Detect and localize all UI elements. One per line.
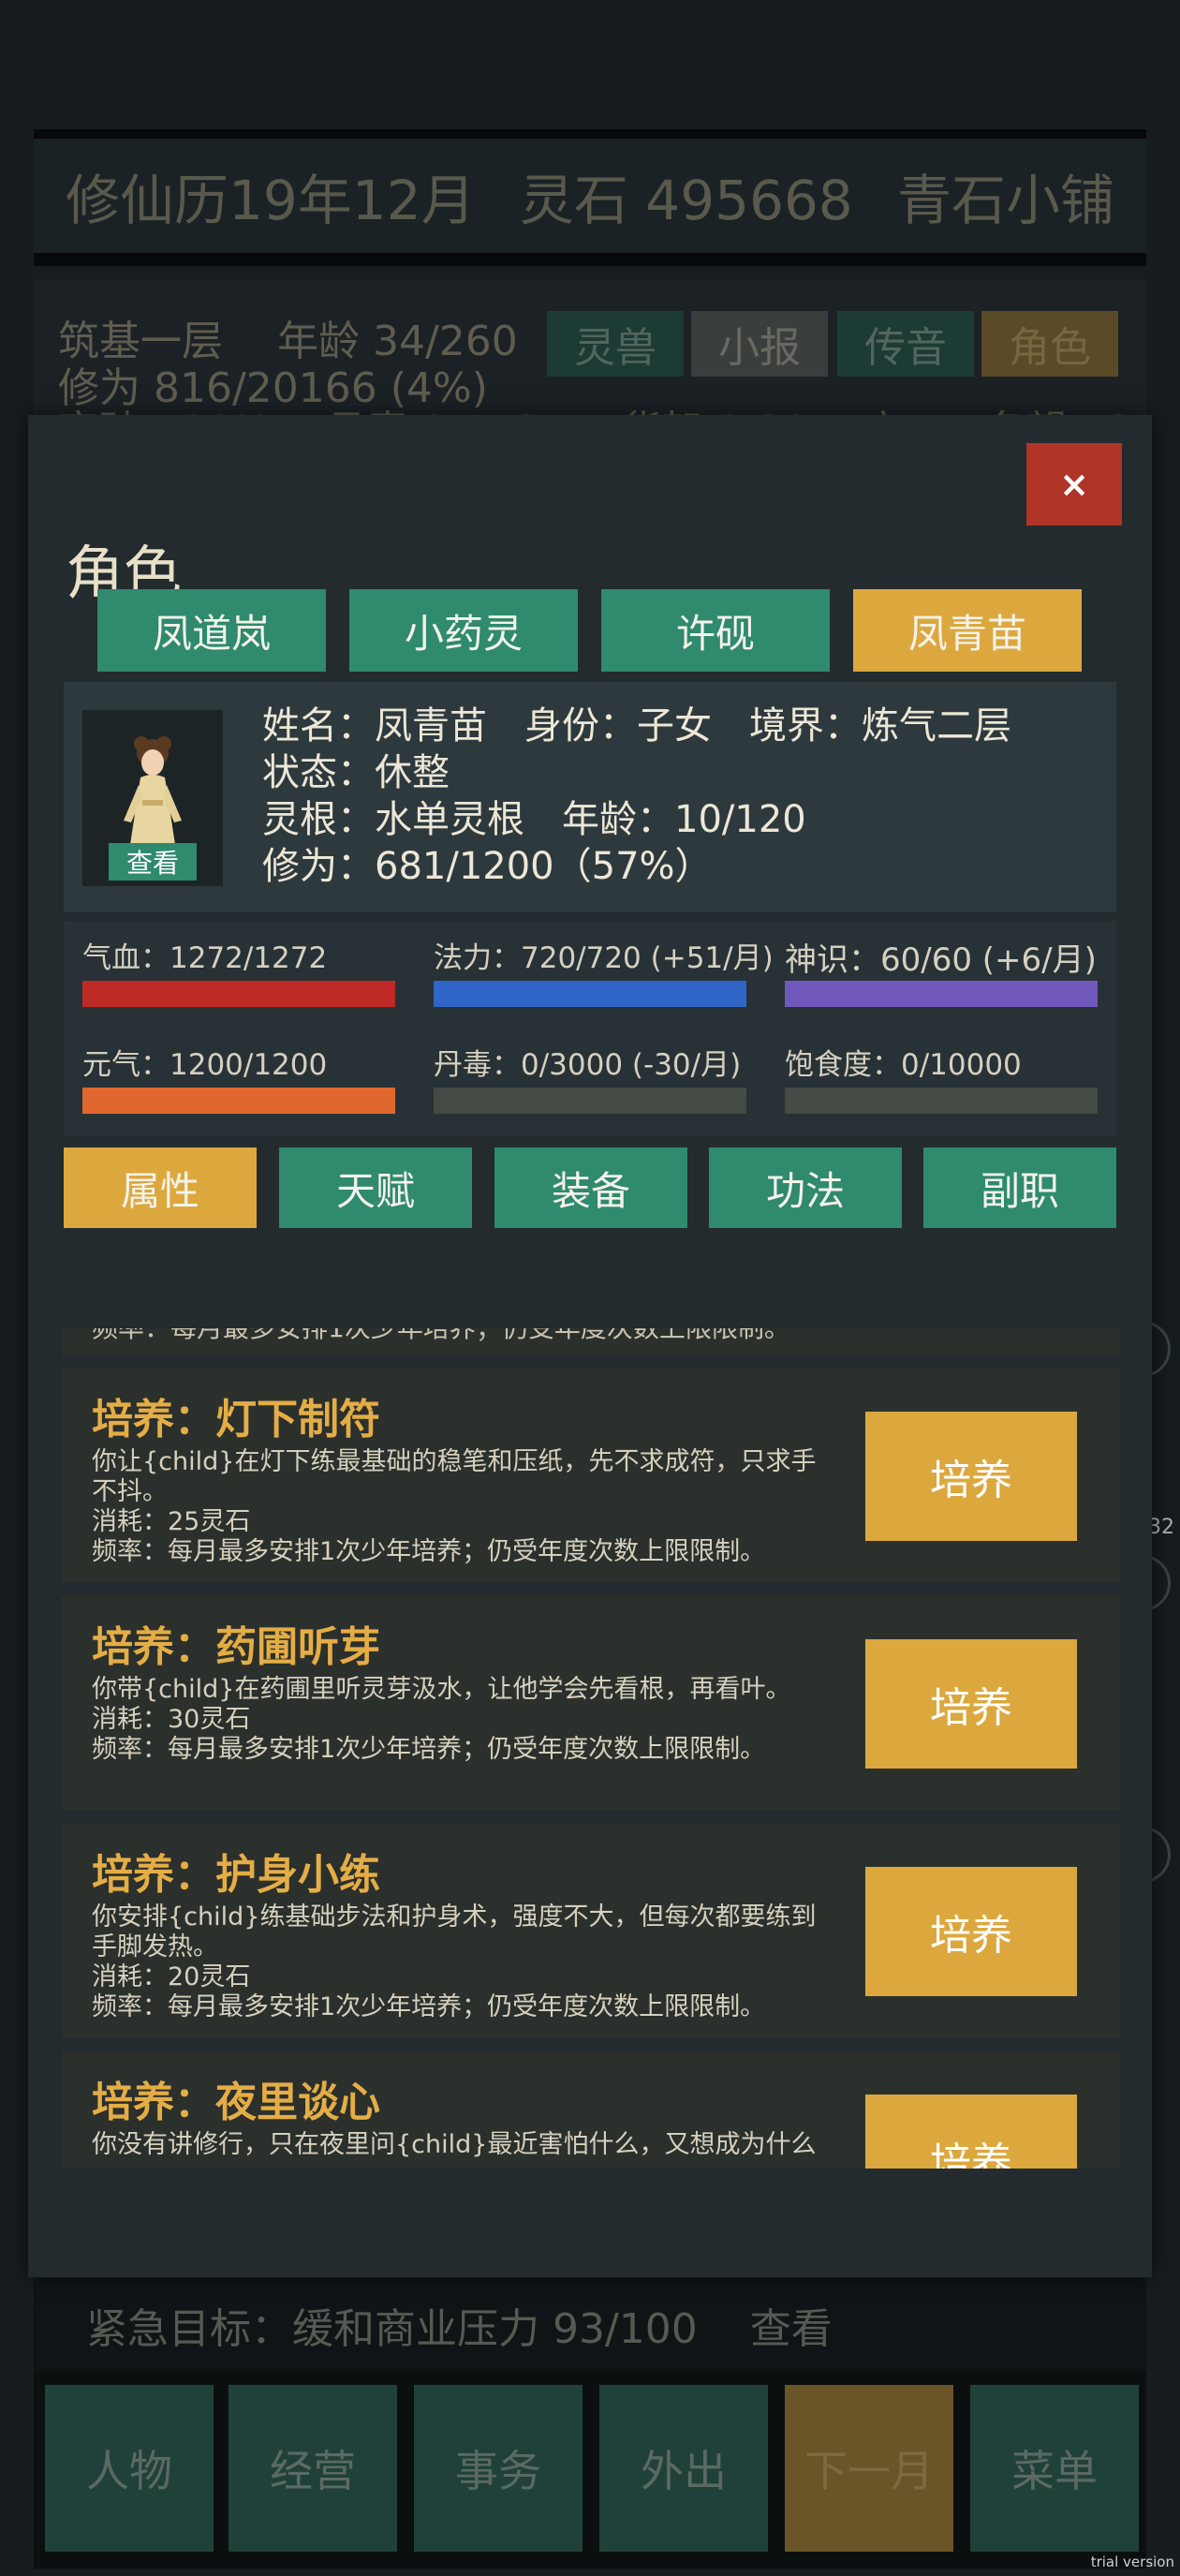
nav-character[interactable]: 人物 <box>45 2385 214 2552</box>
stat-spirit-sense: 神识：60/60 (+6/月) <box>785 934 1098 1007</box>
tab-equipment[interactable]: 装备 <box>494 1147 687 1228</box>
stat-mana-label: 法力：720/720 (+51/月) <box>434 941 774 975</box>
urgent-goal-text: 紧急目标：缓和商业压力 93/100 <box>86 2305 698 2353</box>
stat-vitality-bar <box>82 1088 395 1114</box>
character-info-card: 查看 姓名：凤青苗 身份：子女 境界：炼气二层 状态：休整 灵根：水单灵根 年龄：10… <box>64 682 1116 912</box>
tab-side-job[interactable]: 副职 <box>923 1147 1116 1228</box>
hud-spirit-stones: 灵石 495668 <box>519 169 853 232</box>
tab-attributes[interactable]: 属性 <box>64 1147 257 1228</box>
character-portrait[interactable]: 查看 <box>82 710 223 886</box>
training-item-2: 培养：药圃听芽 你带{child}在药圃里听灵芽汲水，让他学会先看根，再看叶。 … <box>62 1596 1120 1810</box>
training-details: 你带{child}在药圃里听灵芽汲水，让他学会先看根，再看叶。 消耗：30灵石 … <box>92 1675 841 1765</box>
info-realm: 境界：炼气二层 <box>749 704 1011 748</box>
character-modal: × 角色 凤道岚 小药灵 许砚 凤青苗 查看 姓名：凤青苗 身份：子女 境界：炼气二… <box>28 415 1152 2277</box>
tab-message[interactable]: 传音 <box>837 311 974 377</box>
hud-shop-name: 青石小铺 <box>896 169 1114 232</box>
stat-mana-fill <box>434 981 746 1007</box>
stat-mana-bar <box>434 981 746 1007</box>
character-tab-2[interactable]: 小药灵 <box>349 589 578 672</box>
training-details: 你让{child}在灯下练最基础的稳笔和压纸，先不求成符，只求手不抖。 消耗：2… <box>92 1447 841 1567</box>
trial-watermark: trial version <box>1090 2554 1174 2570</box>
stat-vitality-label: 元气：1200/1200 <box>82 1048 328 1082</box>
side-number: 32 <box>1148 1516 1174 1539</box>
character-tab-1[interactable]: 凤道岚 <box>97 589 326 672</box>
training-item-1: 培养：灯下制符 你让{child}在灯下练最基础的稳笔和压纸，先不求成符，只求手… <box>62 1369 1120 1582</box>
tab-spirit-beast[interactable]: 灵兽 <box>547 311 684 377</box>
tab-techniques[interactable]: 功法 <box>709 1147 902 1228</box>
stat-satiety: 饱食度：0/10000 <box>785 1041 1098 1114</box>
tab-character[interactable]: 角色 <box>981 311 1118 377</box>
training-frequency: 频率：每月最多安排1次少年培养；仍受年度次数上限限制。 <box>92 1992 766 2021</box>
training-title: 培养：夜里谈心 <box>92 2079 380 2126</box>
training-details: 你没有讲修行，只在夜里问{child}最近害怕什么，又想成为什么 <box>92 2130 841 2160</box>
training-cost: 消耗：25灵石 <box>92 1507 251 1536</box>
training-desc: 你带{child}在药圃里听灵芽汲水，让他学会先看根，再看叶。 <box>92 1675 791 1704</box>
training-desc: 你没有讲修行，只在夜里问{child}最近害怕什么，又想成为什么 <box>92 2130 817 2159</box>
info-cultivation: 修为：681/1200（57%） <box>262 845 713 888</box>
stat-pill-toxin: 丹毒：0/3000 (-30/月) <box>434 1041 746 1114</box>
status-panel: 筑基一层 年龄 34/260 修为 816/20166 (4%) 突破 100%… <box>34 279 1146 455</box>
urgent-goal-bar: 紧急目标：缓和商业压力 93/100 查看 <box>34 2278 1146 2372</box>
stat-hp-bar <box>82 981 395 1007</box>
stat-pill-toxin-bar <box>434 1088 746 1114</box>
training-details: 你安排{child}练基础步法和护身术，强度不大，但每次都要练到手脚发热。 消耗… <box>92 1902 841 2022</box>
bottom-nav: 人物 经营 事务 外出 下一月 菜单 <box>34 2372 1146 2569</box>
view-portrait-button[interactable]: 查看 <box>109 843 197 881</box>
training-title: 培养：药圃听芽 <box>92 1623 380 1671</box>
stat-vitality-fill <box>82 1088 395 1114</box>
train-button[interactable]: 培养 <box>865 1867 1077 1996</box>
hud-date: 修仙历19年12月 <box>66 169 476 232</box>
stat-mana: 法力：720/720 (+51/月) <box>434 934 774 1007</box>
train-button[interactable]: 培养 <box>865 2095 1077 2169</box>
stats-panel: 气血：1272/1272 法力：720/720 (+51/月) 神识：60/60… <box>64 921 1116 1136</box>
training-item-3: 培养：护身小练 你安排{child}练基础步法和护身术，强度不大，但每次都要练到… <box>62 1824 1120 2037</box>
nav-menu[interactable]: 菜单 <box>970 2385 1139 2552</box>
close-button[interactable]: × <box>1026 443 1122 526</box>
stat-hp-fill <box>82 981 395 1007</box>
hud-bar: 修仙历19年12月 灵石 495668 青石小铺 <box>34 139 1146 266</box>
stat-spirit-sense-label: 神识：60/60 (+6/月) <box>785 941 1097 979</box>
character-tab-4[interactable]: 凤青苗 <box>853 589 1082 672</box>
train-button[interactable]: 培养 <box>865 1412 1077 1541</box>
training-title: 培养：护身小练 <box>92 1851 380 1899</box>
stat-spirit-sense-bar <box>785 981 1098 1007</box>
stat-satiety-label: 饱食度：0/10000 <box>785 1048 1022 1082</box>
list-item-partial: 频率：每月最多安排1次少年培养；仍受年度次数上限限制。 <box>62 1328 1120 1356</box>
top-divider <box>34 129 1146 139</box>
nav-business[interactable]: 经营 <box>229 2385 397 2552</box>
tab-newspaper[interactable]: 小报 <box>691 311 828 377</box>
stat-satiety-bar <box>785 1088 1098 1114</box>
train-button[interactable]: 培养 <box>865 1639 1077 1769</box>
nav-next-month[interactable]: 下一月 <box>785 2385 953 2552</box>
training-frequency: 频率：每月最多安排1次少年培养；仍受年度次数上限限制。 <box>92 1735 766 1764</box>
tab-talents[interactable]: 天赋 <box>279 1147 472 1228</box>
training-item-4: 培养：夜里谈心 你没有讲修行，只在夜里问{child}最近害怕什么，又想成为什么… <box>62 2051 1120 2169</box>
stat-hp-label: 气血：1272/1272 <box>82 941 328 975</box>
training-desc: 你让{child}在灯下练最基础的稳笔和压纸，先不求成符，只求手不抖。 <box>92 1447 817 1506</box>
stat-hp: 气血：1272/1272 <box>82 934 395 1007</box>
training-frequency: 频率：每月最多安排1次少年培养；仍受年度次数上限限制。 <box>92 1537 766 1566</box>
stat-pill-toxin-label: 丹毒：0/3000 (-30/月) <box>434 1048 742 1082</box>
nav-affairs[interactable]: 事务 <box>414 2385 583 2552</box>
info-identity: 身份：子女 <box>524 704 712 748</box>
partial-item-text: 频率：每月最多安排1次少年培养；仍受年度次数上限限制。 <box>92 1328 790 1345</box>
stat-vitality: 元气：1200/1200 <box>82 1041 395 1114</box>
training-cost: 消耗：20灵石 <box>92 1962 251 1991</box>
stat-spirit-sense-fill <box>785 981 1098 1007</box>
training-title: 培养：灯下制符 <box>92 1396 380 1443</box>
training-desc: 你安排{child}练基础步法和护身术，强度不大，但每次都要练到手脚发热。 <box>92 1902 817 1962</box>
training-cost: 消耗：30灵石 <box>92 1705 251 1734</box>
nav-outing[interactable]: 外出 <box>599 2385 768 2552</box>
character-tab-3[interactable]: 许砚 <box>601 589 830 672</box>
urgent-goal-view-link[interactable]: 查看 <box>750 2295 833 2355</box>
training-list[interactable]: 频率：每月最多安排1次少年培养；仍受年度次数上限限制。 培养：灯下制符 你让{c… <box>62 1328 1120 2169</box>
